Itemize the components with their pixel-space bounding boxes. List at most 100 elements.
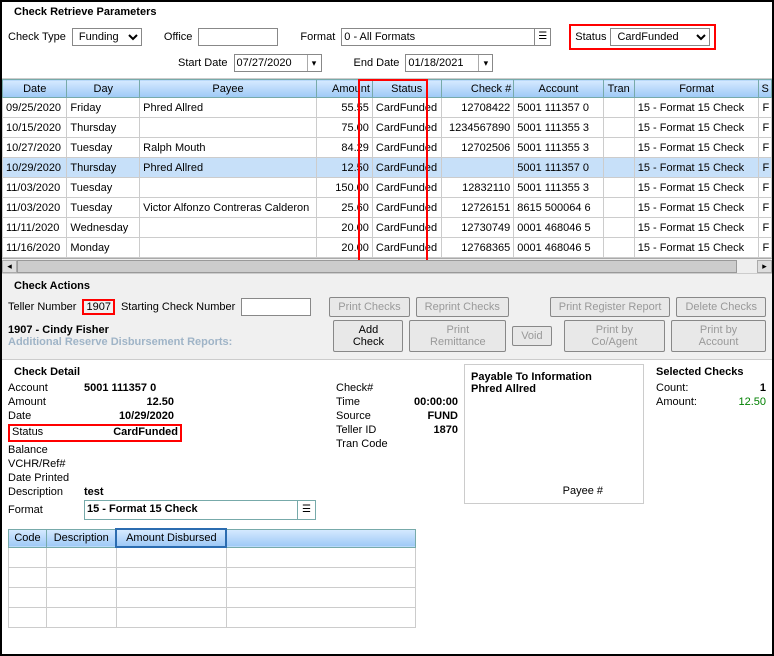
cell-status[interactable]: CardFunded — [372, 98, 441, 118]
start-date-input[interactable] — [235, 55, 307, 71]
cell-amount[interactable]: 12.50 — [316, 158, 372, 178]
cell-amount[interactable]: 84.29 — [316, 138, 372, 158]
cell-s[interactable]: F — [759, 158, 772, 178]
cell-payee[interactable]: Phred Allred — [140, 98, 317, 118]
hdr-amount[interactable]: Amount — [316, 80, 372, 98]
cell-account[interactable]: 5001 111355 3 — [514, 118, 603, 138]
cell-status[interactable]: CardFunded — [372, 198, 441, 218]
cell-account[interactable]: 5001 111355 3 — [514, 178, 603, 198]
cell-amount[interactable]: 150.00 — [316, 178, 372, 198]
cell-amount[interactable]: 25.60 — [316, 198, 372, 218]
cell-format[interactable]: 15 - Format 15 Check — [634, 238, 759, 258]
list-icon[interactable]: ☰ — [297, 501, 315, 519]
cell-status[interactable]: CardFunded — [372, 238, 441, 258]
table-row[interactable]: 10/15/2020Thursday75.00CardFunded1234567… — [3, 118, 772, 138]
grid-hscroll[interactable]: ◂ ▸ — [2, 258, 772, 273]
end-date-picker[interactable]: ▾ — [405, 54, 493, 72]
hdr-status[interactable]: Status — [372, 80, 441, 98]
cell-amount[interactable]: 55.55 — [316, 98, 372, 118]
list-icon[interactable]: ☰ — [534, 29, 550, 45]
cell-date[interactable]: 09/25/2020 — [3, 98, 67, 118]
cell-date[interactable]: 11/03/2020 — [3, 198, 67, 218]
print-register-button[interactable]: Print Register Report — [550, 297, 671, 317]
cell-tran[interactable] — [603, 98, 634, 118]
cell-payee[interactable] — [140, 218, 317, 238]
cell-status[interactable]: CardFunded — [372, 178, 441, 198]
chevron-down-icon[interactable]: ▾ — [307, 55, 321, 71]
scroll-right-icon[interactable]: ▸ — [757, 260, 772, 273]
cell-account[interactable]: 5001 111355 3 — [514, 138, 603, 158]
sub-row[interactable] — [9, 587, 416, 607]
table-row[interactable]: 10/27/2020TuesdayRalph Mouth84.29CardFun… — [3, 138, 772, 158]
cell-status[interactable]: CardFunded — [372, 138, 441, 158]
cell-amount[interactable]: 20.00 — [316, 218, 372, 238]
cell-tran[interactable] — [603, 118, 634, 138]
print-checks-button[interactable]: Print Checks — [329, 297, 409, 317]
cell-tran[interactable] — [603, 138, 634, 158]
cell-check[interactable] — [441, 158, 514, 178]
cell-tran[interactable] — [603, 238, 634, 258]
cell-check[interactable]: 12726151 — [441, 198, 514, 218]
cell-format[interactable]: 15 - Format 15 Check — [634, 118, 759, 138]
cell-check[interactable]: 12768365 — [441, 238, 514, 258]
status-select[interactable]: CardFunded — [610, 28, 710, 46]
cell-tran[interactable] — [603, 158, 634, 178]
cell-date[interactable]: 10/15/2020 — [3, 118, 67, 138]
format-combo[interactable]: ☰ — [341, 28, 551, 46]
table-row[interactable]: 11/11/2020Wednesday20.00CardFunded127307… — [3, 218, 772, 238]
hdr-format[interactable]: Format — [634, 80, 759, 98]
cell-day[interactable]: Tuesday — [67, 198, 140, 218]
cell-s[interactable]: F — [759, 218, 772, 238]
cell-payee[interactable] — [140, 118, 317, 138]
sub-row[interactable] — [9, 567, 416, 587]
cell-amount[interactable]: 75.00 — [316, 118, 372, 138]
cell-date[interactable]: 10/29/2020 — [3, 158, 67, 178]
print-remittance-button[interactable]: Print Remittance — [409, 320, 506, 352]
cell-payee[interactable]: Ralph Mouth — [140, 138, 317, 158]
cell-format[interactable]: 15 - Format 15 Check — [634, 138, 759, 158]
scroll-thumb[interactable] — [17, 260, 737, 273]
table-row[interactable]: 10/29/2020ThursdayPhred Allred12.50CardF… — [3, 158, 772, 178]
hdr-day[interactable]: Day — [67, 80, 140, 98]
print-by-co-button[interactable]: Print by Co/Agent — [564, 320, 665, 352]
cell-check[interactable]: 12832110 — [441, 178, 514, 198]
cell-payee[interactable] — [140, 178, 317, 198]
cell-format[interactable]: 15 - Format 15 Check — [634, 98, 759, 118]
cell-payee[interactable]: Victor Alfonzo Contreras Calderon — [140, 198, 317, 218]
cell-day[interactable]: Friday — [67, 98, 140, 118]
reprint-checks-button[interactable]: Reprint Checks — [416, 297, 509, 317]
end-date-input[interactable] — [406, 55, 478, 71]
cell-tran[interactable] — [603, 218, 634, 238]
hdr-tran[interactable]: Tran — [603, 80, 634, 98]
cell-day[interactable]: Wednesday — [67, 218, 140, 238]
cell-date[interactable]: 10/27/2020 — [3, 138, 67, 158]
cell-payee[interactable]: Phred Allred — [140, 158, 317, 178]
scroll-left-icon[interactable]: ◂ — [2, 260, 17, 273]
table-row[interactable]: 09/25/2020FridayPhred Allred55.55CardFun… — [3, 98, 772, 118]
sub-hdr-code[interactable]: Code — [9, 529, 47, 547]
cell-day[interactable]: Thursday — [67, 118, 140, 138]
cell-check[interactable]: 12702506 — [441, 138, 514, 158]
chevron-down-icon[interactable]: ▾ — [478, 55, 492, 71]
sub-row[interactable] — [9, 607, 416, 627]
sub-row[interactable] — [9, 547, 416, 567]
cell-s[interactable]: F — [759, 138, 772, 158]
hdr-check[interactable]: Check # — [441, 80, 514, 98]
hdr-date[interactable]: Date — [3, 80, 67, 98]
disbursement-grid[interactable]: Code Description Amount Disbursed — [8, 528, 416, 628]
cell-tran[interactable] — [603, 198, 634, 218]
void-button[interactable]: Void — [512, 326, 551, 346]
scroll-track[interactable] — [17, 260, 757, 273]
cell-account[interactable]: 0001 468046 5 — [514, 238, 603, 258]
sub-hdr-description[interactable]: Description — [46, 529, 116, 547]
start-date-picker[interactable]: ▾ — [234, 54, 322, 72]
cell-date[interactable]: 11/03/2020 — [3, 178, 67, 198]
hdr-s[interactable]: S — [759, 80, 772, 98]
table-row[interactable]: 11/16/2020Monday20.00CardFunded127683650… — [3, 238, 772, 258]
cell-s[interactable]: F — [759, 198, 772, 218]
add-check-button[interactable]: Add Check — [333, 320, 403, 352]
cell-check[interactable]: 1234567890 — [441, 118, 514, 138]
cell-check[interactable]: 12730749 — [441, 218, 514, 238]
cell-status[interactable]: CardFunded — [372, 158, 441, 178]
table-row[interactable]: 11/03/2020Tuesday150.00CardFunded1283211… — [3, 178, 772, 198]
